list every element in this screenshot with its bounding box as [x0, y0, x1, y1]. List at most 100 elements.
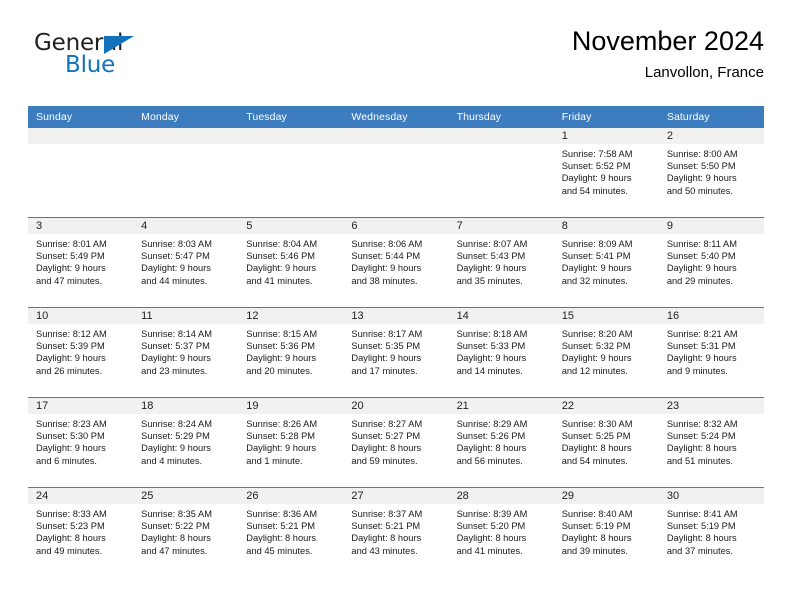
daylight-text-line2: and 54 minutes.: [561, 185, 628, 196]
daylight-text-line1: Daylight: 9 hours: [36, 353, 106, 364]
daylight-text-line1: Daylight: 9 hours: [141, 443, 211, 454]
calendar-day[interactable]: 19 Sunrise: 8:26 AM Sunset: 5:28 PM Dayligh…: [238, 398, 344, 487]
calendar-day[interactable]: 5 Sunrise: 8:04 AM Sunset: 5:46 PM Daylight…: [238, 218, 344, 307]
calendar-day-empty: [343, 128, 449, 217]
calendar-day[interactable]: 22 Sunrise: 8:30 AM Sunset: 5:25 PM Dayligh…: [553, 398, 659, 487]
calendar-day[interactable]: 18 Sunrise: 8:24 AM Sunset: 5:29 PM Dayligh…: [133, 398, 239, 487]
calendar-day[interactable]: 13 Sunrise: 8:17 AM Sunset: 5:35 PM Dayligh…: [343, 308, 449, 397]
daylight-text-line2: and 45 minutes.: [246, 545, 313, 556]
logo-text-blue: Blue: [65, 52, 116, 78]
day-number: 3: [28, 218, 134, 234]
daylight-text-line2: and 32 minutes.: [561, 275, 628, 286]
calendar-week-row: 3 Sunrise: 8:01 AM Sunset: 5:49 PM Daylight…: [28, 217, 764, 308]
calendar-day[interactable]: 14 Sunrise: 8:18 AM Sunset: 5:33 PM Dayligh…: [448, 308, 554, 397]
calendar-cell: 1 Sunrise: 7:58 AM Sunset: 5:52 PM Daylight…: [553, 128, 659, 218]
sunset-text: Sunset: 5:27 PM: [351, 431, 421, 442]
day-number: [448, 128, 554, 144]
sunset-text: Sunset: 5:49 PM: [36, 251, 105, 262]
calendar-day[interactable]: 11 Sunrise: 8:14 AM Sunset: 5:37 PM Dayligh…: [133, 308, 239, 397]
sunset-text: Sunset: 5:33 PM: [456, 341, 526, 352]
calendar-day[interactable]: 9 Sunrise: 8:11 AM Sunset: 5:40 PM Daylight…: [658, 218, 764, 307]
calendar-day[interactable]: 20 Sunrise: 8:27 AM Sunset: 5:27 PM Dayligh…: [343, 398, 449, 487]
sunrise-text: Sunrise: 8:21 AM: [666, 329, 738, 339]
sunrise-text: Sunrise: 8:30 AM: [561, 419, 633, 429]
sunset-text: Sunset: 5:23 PM: [36, 521, 105, 532]
sunset-text: Sunset: 5:40 PM: [666, 251, 736, 262]
day-details: Sunrise: 8:12 AM Sunset: 5:39 PM Daylight:…: [28, 324, 133, 377]
daylight-text-line1: Daylight: 9 hours: [246, 263, 317, 274]
day-details: Sunrise: 8:32 AM Sunset: 5:24 PM Daylight:…: [659, 414, 764, 467]
sunset-text: Sunset: 5:19 PM: [666, 521, 736, 532]
calendar-day[interactable]: 27 Sunrise: 8:37 AM Sunset: 5:21 PM Dayligh…: [343, 488, 449, 577]
daylight-text-line1: Daylight: 9 hours: [141, 263, 211, 274]
calendar-day[interactable]: 16 Sunrise: 8:21 AM Sunset: 5:31 PM Dayligh…: [658, 308, 764, 397]
calendar-day[interactable]: 3 Sunrise: 8:01 AM Sunset: 5:49 PM Daylight…: [28, 218, 134, 307]
calendar-day[interactable]: 4 Sunrise: 8:03 AM Sunset: 5:47 PM Daylight…: [133, 218, 239, 307]
calendar-day[interactable]: 10 Sunrise: 8:12 AM Sunset: 5:39 PM Dayligh…: [28, 308, 134, 397]
weekday-header-wednesday: Wednesday: [343, 106, 449, 128]
daylight-text-line2: and 29 minutes.: [666, 275, 733, 286]
calendar-cell: 11 Sunrise: 8:14 AM Sunset: 5:37 PM Dayligh…: [133, 307, 239, 398]
calendar-day[interactable]: 1 Sunrise: 7:58 AM Sunset: 5:52 PM Daylight…: [553, 128, 659, 217]
sunrise-text: Sunrise: 8:23 AM: [36, 419, 107, 429]
calendar-day[interactable]: 26 Sunrise: 8:36 AM Sunset: 5:21 PM Dayligh…: [238, 488, 344, 577]
day-number: 17: [28, 398, 134, 414]
day-details: Sunrise: 8:14 AM Sunset: 5:37 PM Daylight:…: [133, 324, 238, 377]
calendar-day[interactable]: 23 Sunrise: 8:32 AM Sunset: 5:24 PM Dayligh…: [658, 398, 764, 487]
day-number: 18: [133, 398, 239, 414]
calendar-cell: 26 Sunrise: 8:36 AM Sunset: 5:21 PM Dayligh…: [238, 487, 344, 577]
daylight-text-line2: and 20 minutes.: [246, 365, 313, 376]
calendar-day[interactable]: 6 Sunrise: 8:06 AM Sunset: 5:44 PM Daylight…: [343, 218, 449, 307]
calendar-cell: 30 Sunrise: 8:41 AM Sunset: 5:19 PM Dayligh…: [658, 487, 764, 577]
daylight-text-line2: and 17 minutes.: [351, 365, 418, 376]
sunrise-text: Sunrise: 8:35 AM: [141, 509, 212, 519]
calendar-day[interactable]: 12 Sunrise: 8:15 AM Sunset: 5:36 PM Dayligh…: [238, 308, 344, 397]
calendar-cell: 15 Sunrise: 8:20 AM Sunset: 5:32 PM Dayligh…: [553, 307, 659, 398]
daylight-text-line1: Daylight: 9 hours: [666, 263, 737, 274]
sunrise-text: Sunrise: 8:12 AM: [36, 329, 107, 339]
calendar-day[interactable]: 7 Sunrise: 8:07 AM Sunset: 5:43 PM Daylight…: [448, 218, 554, 307]
day-number: 13: [343, 308, 449, 324]
calendar-day[interactable]: 28 Sunrise: 8:39 AM Sunset: 5:20 PM Dayligh…: [448, 488, 554, 577]
day-details: Sunrise: 8:04 AM Sunset: 5:46 PM Daylight:…: [238, 234, 343, 287]
sunset-text: Sunset: 5:47 PM: [141, 251, 210, 262]
day-details: Sunrise: 8:29 AM Sunset: 5:26 PM Daylight:…: [449, 414, 554, 467]
daylight-text-line2: and 41 minutes.: [456, 545, 523, 556]
sunrise-text: Sunrise: 8:29 AM: [456, 419, 528, 429]
calendar-day[interactable]: 24 Sunrise: 8:33 AM Sunset: 5:23 PM Dayligh…: [28, 488, 134, 577]
calendar-day[interactable]: 21 Sunrise: 8:29 AM Sunset: 5:26 PM Dayligh…: [448, 398, 554, 487]
daylight-text-line2: and 35 minutes.: [456, 275, 523, 286]
sunrise-text: Sunrise: 8:04 AM: [246, 239, 318, 249]
day-details: Sunrise: 8:00 AM Sunset: 5:50 PM Daylight:…: [659, 144, 764, 197]
calendar-cell: 17 Sunrise: 8:23 AM Sunset: 5:30 PM Dayligh…: [28, 397, 134, 488]
calendar-cell: 19 Sunrise: 8:26 AM Sunset: 5:28 PM Dayligh…: [238, 397, 344, 488]
calendar-cell: 2 Sunrise: 8:00 AM Sunset: 5:50 PM Daylight…: [658, 128, 764, 218]
calendar-day[interactable]: 15 Sunrise: 8:20 AM Sunset: 5:32 PM Dayligh…: [553, 308, 659, 397]
general-blue-logo[interactable]: General Blue: [34, 32, 214, 92]
calendar-day[interactable]: 29 Sunrise: 8:40 AM Sunset: 5:19 PM Dayligh…: [553, 488, 659, 577]
sunset-text: Sunset: 5:24 PM: [666, 431, 736, 442]
sunrise-text: Sunrise: 8:27 AM: [351, 419, 423, 429]
calendar-page: General Blue November 2024 Lanvollon, Fr…: [0, 0, 792, 612]
sunset-text: Sunset: 5:52 PM: [561, 161, 631, 172]
day-details: Sunrise: 8:26 AM Sunset: 5:28 PM Daylight:…: [238, 414, 343, 467]
calendar-cell: 23 Sunrise: 8:32 AM Sunset: 5:24 PM Dayligh…: [658, 397, 764, 488]
day-details: Sunrise: 8:21 AM Sunset: 5:31 PM Daylight:…: [659, 324, 764, 377]
calendar-day[interactable]: 17 Sunrise: 8:23 AM Sunset: 5:30 PM Dayligh…: [28, 398, 134, 487]
day-details: Sunrise: 8:33 AM Sunset: 5:23 PM Daylight:…: [28, 504, 133, 557]
day-details: Sunrise: 8:41 AM Sunset: 5:19 PM Daylight:…: [659, 504, 764, 557]
calendar-day[interactable]: 25 Sunrise: 8:35 AM Sunset: 5:22 PM Dayligh…: [133, 488, 239, 577]
day-number: 1: [553, 128, 659, 144]
calendar-day[interactable]: 30 Sunrise: 8:41 AM Sunset: 5:19 PM Dayligh…: [658, 488, 764, 577]
day-number: 24: [28, 488, 134, 504]
calendar-cell: 3 Sunrise: 8:01 AM Sunset: 5:49 PM Daylight…: [28, 217, 134, 308]
daylight-text-line1: Daylight: 9 hours: [246, 353, 317, 364]
calendar-cell: 28 Sunrise: 8:39 AM Sunset: 5:20 PM Dayligh…: [448, 487, 554, 577]
day-details: Sunrise: 8:37 AM Sunset: 5:21 PM Daylight:…: [343, 504, 448, 557]
daylight-text-line1: Daylight: 9 hours: [351, 353, 422, 364]
daylight-text-line2: and 26 minutes.: [36, 365, 103, 376]
calendar-day[interactable]: 8 Sunrise: 8:09 AM Sunset: 5:41 PM Daylight…: [553, 218, 659, 307]
calendar-day[interactable]: 2 Sunrise: 8:00 AM Sunset: 5:50 PM Daylight…: [658, 128, 764, 217]
daylight-text-line1: Daylight: 8 hours: [561, 533, 632, 544]
calendar-cell: 5 Sunrise: 8:04 AM Sunset: 5:46 PM Daylight…: [238, 217, 344, 308]
